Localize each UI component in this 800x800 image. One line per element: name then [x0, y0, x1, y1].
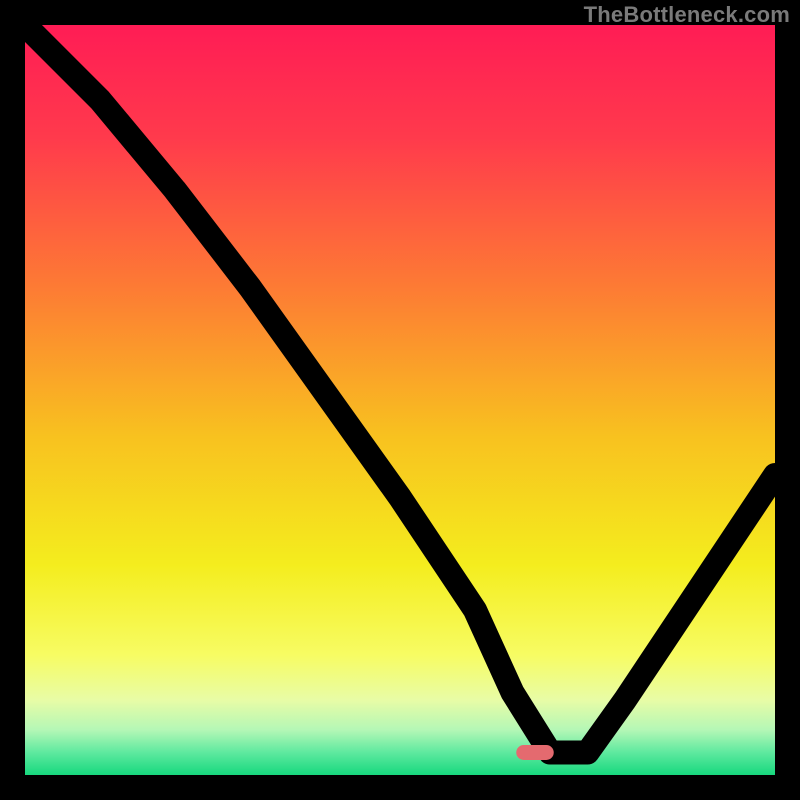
bottleneck-curve [25, 25, 775, 753]
watermark-text: TheBottleneck.com [584, 2, 790, 28]
curve-layer [25, 25, 775, 775]
chart-frame: TheBottleneck.com [0, 0, 800, 800]
optimal-marker [516, 745, 554, 760]
plot-area [25, 25, 775, 775]
